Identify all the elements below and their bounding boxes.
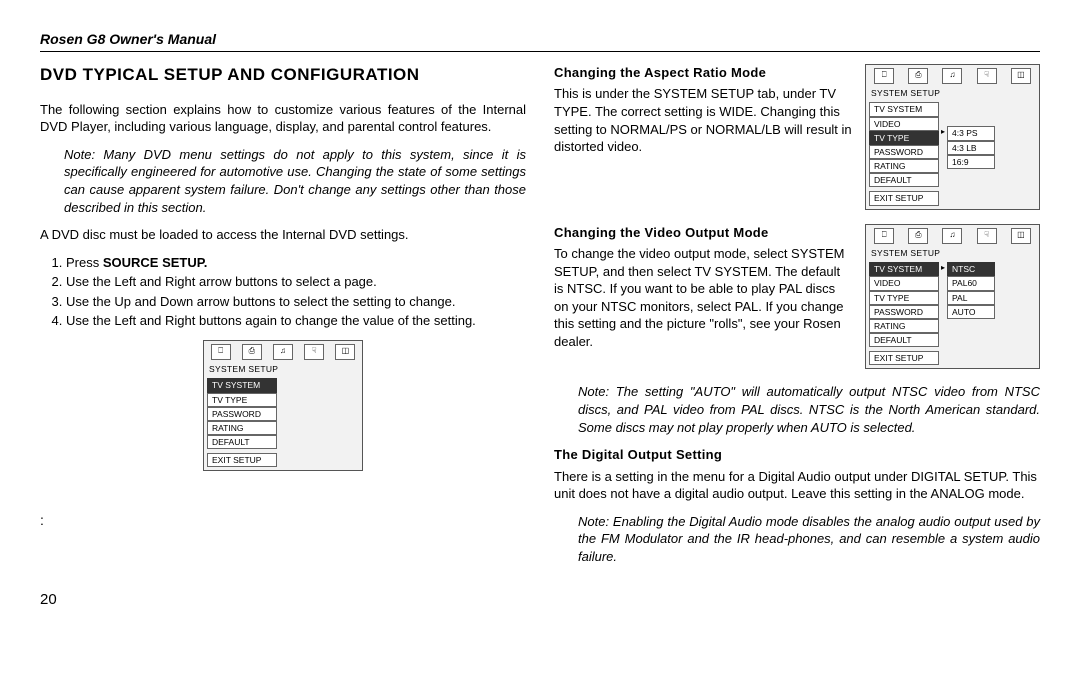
tab-icon: ♫	[942, 68, 962, 84]
menu-item-rating: RATING	[207, 421, 277, 435]
menu-group-label: SYSTEM SETUP	[207, 362, 359, 378]
tab-icon: ⎕	[874, 228, 894, 244]
intro-note: Note: Many DVD menu settings do not appl…	[64, 146, 526, 216]
step-1: Press SOURCE SETUP.	[66, 254, 526, 272]
video-output-block: Changing the Video Output Mode To change…	[554, 224, 1040, 370]
tab-icon: ♫	[273, 344, 293, 360]
right-column: Changing the Aspect Ratio Mode This is u…	[554, 64, 1040, 611]
menu-item-exit: EXIT SETUP	[869, 191, 939, 205]
menu-box-system-setup: ⎕ ⎙ ♫ ☟ ◫ SYSTEM SETUP TV SYSTEM TV TYPE…	[203, 340, 363, 472]
submenu-item-pal60: PAL60	[947, 276, 995, 290]
tab-icon: ⎕	[874, 68, 894, 84]
aspect-text: This is under the SYSTEM SETUP tab, unde…	[554, 85, 853, 155]
tab-icon: ⎙	[242, 344, 262, 360]
menu-item: PASSWORD	[869, 145, 939, 159]
menu-item-tv-system: TV SYSTEM	[207, 378, 277, 392]
setup-steps: Press SOURCE SETUP. Use the Left and Rig…	[40, 254, 526, 330]
menu-item: RATING	[869, 159, 939, 173]
tab-icon: ⎙	[908, 228, 928, 244]
tab-icon: ☟	[977, 68, 997, 84]
menu-item-default: DEFAULT	[207, 435, 277, 449]
menu-item-tv-system: TV SYSTEM	[869, 262, 939, 276]
submenu-item-16-9: 16:9	[947, 155, 995, 169]
tab-icon: ◫	[1011, 228, 1031, 244]
menu-tab-row: ⎕ ⎙ ♫ ☟ ◫	[207, 344, 359, 360]
page-number: 20	[40, 590, 526, 610]
digital-note: Note: Enabling the Digital Audio mode di…	[578, 513, 1040, 566]
submenu-item-4-3-ps: 4:3 PS	[947, 126, 995, 140]
section-title: DVD TYPICAL SETUP AND CONFIGURATION	[40, 64, 526, 87]
menu-item: PASSWORD	[869, 305, 939, 319]
menu-item: VIDEO	[869, 276, 939, 290]
menu-item-exit: EXIT SETUP	[869, 351, 939, 365]
video-note: Note: The setting "AUTO" will automatica…	[578, 383, 1040, 436]
digital-text: There is a setting in the menu for a Dig…	[554, 468, 1040, 503]
submenu-item-auto: AUTO	[947, 305, 995, 319]
tab-icon: ☟	[304, 344, 324, 360]
menu-group-label: SYSTEM SETUP	[869, 246, 1036, 262]
submenu-item-pal: PAL	[947, 291, 995, 305]
menu-item: RATING	[869, 319, 939, 333]
menu-item: TV SYSTEM	[869, 102, 939, 116]
tab-icon: ☟	[977, 228, 997, 244]
submenu-item-4-3-lb: 4:3 LB	[947, 141, 995, 155]
tab-icon: ◫	[1011, 68, 1031, 84]
two-column-layout: DVD TYPICAL SETUP AND CONFIGURATION The …	[40, 64, 1040, 611]
tab-icon: ⎙	[908, 68, 928, 84]
menu-item-exit-setup: EXIT SETUP	[207, 453, 277, 467]
arrow-icon: ▸	[941, 126, 945, 138]
video-text: To change the video output mode, select …	[554, 245, 853, 350]
submenu-item-ntsc: NTSC	[947, 262, 995, 276]
menu-item-tv-type: TV TYPE	[207, 393, 277, 407]
menu-item: DEFAULT	[869, 333, 939, 347]
tab-icon: ⎕	[211, 344, 231, 360]
step-2: Use the Left and Right arrow buttons to …	[66, 273, 526, 291]
menu-box-aspect: ⎕ ⎙ ♫ ☟ ◫ SYSTEM SETUP TV SYSTEM VIDEO T…	[865, 64, 1040, 210]
menu-group-label: SYSTEM SETUP	[869, 86, 1036, 102]
tab-icon: ♫	[942, 228, 962, 244]
menu-item-tv-type: TV TYPE	[869, 131, 939, 145]
intro-paragraph: The following section explains how to cu…	[40, 101, 526, 136]
left-column: DVD TYPICAL SETUP AND CONFIGURATION The …	[40, 64, 526, 611]
step-3: Use the Up and Down arrow buttons to sel…	[66, 293, 526, 311]
menu-box-video: ⎕ ⎙ ♫ ☟ ◫ SYSTEM SETUP TV SYSTEM VIDEO T…	[865, 224, 1040, 370]
menu-item: DEFAULT	[869, 173, 939, 187]
page-header: Rosen G8 Owner's Manual	[40, 30, 1040, 52]
menu-item: TV TYPE	[869, 291, 939, 305]
menu-item: VIDEO	[869, 117, 939, 131]
digital-heading: The Digital Output Setting	[554, 446, 1040, 464]
load-disc-line: A DVD disc must be loaded to access the …	[40, 226, 526, 244]
video-heading: Changing the Video Output Mode	[554, 224, 853, 242]
aspect-ratio-block: Changing the Aspect Ratio Mode This is u…	[554, 64, 1040, 210]
stray-colon: :	[40, 511, 526, 530]
source-setup-label: SOURCE SETUP.	[103, 255, 208, 270]
arrow-icon: ▸	[941, 262, 945, 274]
step-4: Use the Left and Right buttons again to …	[66, 312, 526, 330]
aspect-heading: Changing the Aspect Ratio Mode	[554, 64, 853, 82]
tab-icon: ◫	[335, 344, 355, 360]
left-menu-diagram: ⎕ ⎙ ♫ ☟ ◫ SYSTEM SETUP TV SYSTEM TV TYPE…	[40, 340, 526, 472]
menu-item-password: PASSWORD	[207, 407, 277, 421]
